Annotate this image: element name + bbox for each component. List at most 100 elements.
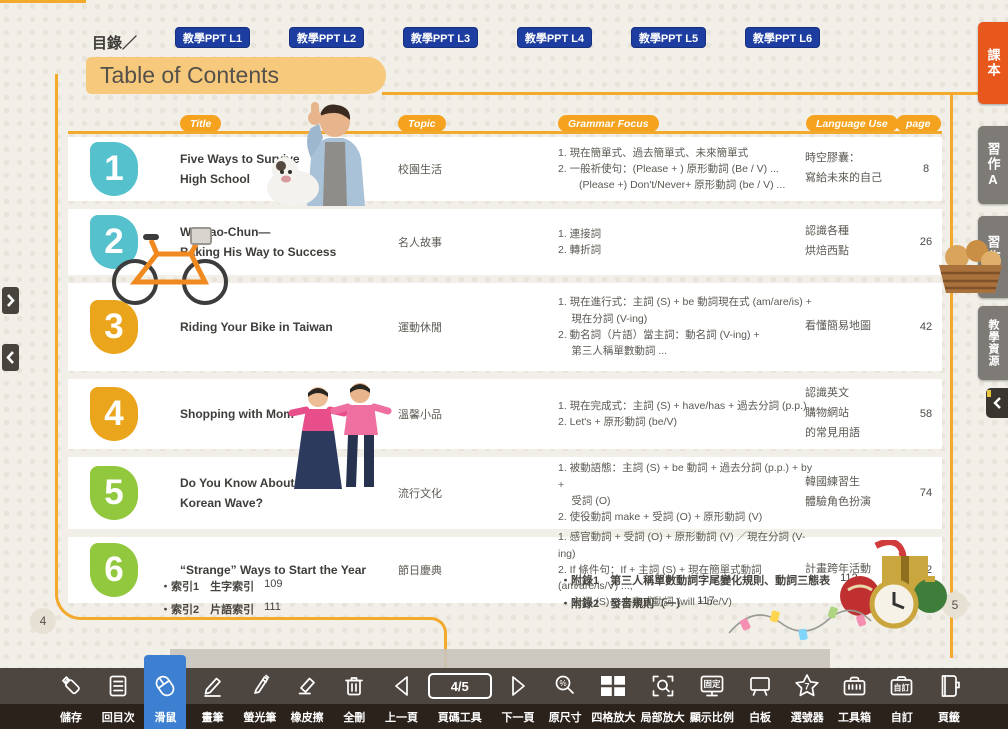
ppt-button-l4[interactable]: 教學PPT L4 xyxy=(517,27,592,48)
lesson-page-number: 42 xyxy=(906,283,946,371)
lesson-title: Wu Pao-Chun—Baking His Way to Success xyxy=(180,209,390,275)
tool-label: 上一頁 xyxy=(385,704,418,729)
lesson-row-4: 4 Shopping with Mom 溫馨小品 1. 現在完成式：主詞 (S)… xyxy=(68,379,942,449)
tool-label: 自訂 xyxy=(891,704,913,729)
side-tab-2[interactable]: 習作甲 xyxy=(978,216,1008,298)
lesson-number-cell: 1 xyxy=(90,137,150,201)
tool-label: 頁碼工具 xyxy=(438,704,482,729)
lesson-page-number: 8 xyxy=(906,137,946,201)
tool-label: 選號器 xyxy=(791,704,824,729)
lesson-number-badge: 2 xyxy=(90,215,138,269)
lesson-grammar: 1. 被動語態：主詞 (S) + be 動詞 + 過去分詞 (p.p.) + b… xyxy=(558,457,813,529)
page-number-left: 4 xyxy=(30,608,56,634)
column-header-2: Grammar Focus xyxy=(558,115,659,132)
lesson-title: Riding Your Bike in Taiwan xyxy=(180,283,390,371)
scroll-strip[interactable] xyxy=(170,649,830,668)
prev-page-button[interactable]: 上一頁 xyxy=(381,668,423,729)
lesson-row-3: 3 Riding Your Bike in Taiwan 運動休閒 1. 現在進… xyxy=(68,283,942,371)
toc-button[interactable]: 回目次 xyxy=(97,668,139,729)
lesson-language-use: 看懂簡易地圖 xyxy=(805,283,905,371)
chevron-left-icon xyxy=(5,350,16,365)
lesson-topic: 運動休閒 xyxy=(398,283,503,371)
ppt-button-l3[interactable]: 教學PPT L3 xyxy=(403,27,478,48)
svg-text:%: % xyxy=(560,679,567,688)
lesson-page-number: 92 xyxy=(906,537,946,603)
lesson-row-2: 2 Wu Pao-Chun—Baking His Way to Success … xyxy=(68,209,942,275)
list-icon xyxy=(105,673,131,699)
ppt-button-l6[interactable]: 教學PPT L6 xyxy=(745,27,820,48)
four-grid-zoom-button[interactable]: 四格放大 xyxy=(591,668,635,729)
lesson-topic: 節日慶典 xyxy=(398,537,503,603)
lesson-page-number: 26 xyxy=(906,209,946,275)
index-item: ・附錄2 發音規則（一） 117 xyxy=(560,595,858,611)
next-page-button[interactable]: 下一頁 xyxy=(497,668,539,729)
lesson-grammar: 1. 現在簡單式、過去簡單式、未來簡單式2. 一般祈使句：(Please + )… xyxy=(558,137,813,201)
pen-tool-button[interactable]: 畫筆 xyxy=(192,668,234,729)
region-zoom-button[interactable]: 局部放大 xyxy=(641,668,685,729)
pencil-icon xyxy=(200,673,226,699)
lesson-number-cell: 2 xyxy=(90,209,150,275)
ppt-button-l1[interactable]: 教學PPT L1 xyxy=(175,27,250,48)
svg-text:固定: 固定 xyxy=(703,679,721,689)
tool-label: 儲存 xyxy=(60,704,82,729)
frame-line xyxy=(0,0,86,3)
next-page-edge-button[interactable] xyxy=(2,287,19,314)
toolbox-icon xyxy=(841,673,868,699)
lesson-title: Five Ways to SurviveHigh School xyxy=(180,137,390,201)
number-picker-button[interactable]: 7 選號器 xyxy=(786,668,828,729)
delete-all-button[interactable]: 全刪 xyxy=(333,668,375,729)
tool-label: 滑鼠 xyxy=(154,704,176,729)
lesson-grammar: 1. 連接詞2. 轉折詞 xyxy=(558,209,813,275)
ppt-button-l2[interactable]: 教學PPT L2 xyxy=(289,27,364,48)
lesson-row-1: 1 Five Ways to SurviveHigh School 校園生活 1… xyxy=(68,137,942,201)
original-size-button[interactable]: % 原尺寸 xyxy=(544,668,586,729)
prev-page-edge-button[interactable] xyxy=(2,344,19,371)
lesson-number-cell: 6 xyxy=(90,537,150,603)
next-triangle-icon xyxy=(505,673,531,699)
page-indicator-box[interactable]: 4/5 xyxy=(428,673,492,699)
eraser-tool-button[interactable]: 橡皮擦 xyxy=(286,668,328,729)
lesson-number-badge: 1 xyxy=(90,142,138,196)
page-tab-button[interactable]: 頁籤 xyxy=(928,668,970,729)
whiteboard-button[interactable]: 白板 xyxy=(739,668,781,729)
ppt-button-l5[interactable]: 教學PPT L5 xyxy=(631,27,706,48)
page-number-tool[interactable]: 4/5 頁碼工具 xyxy=(428,668,492,729)
mouse-tool-button[interactable]: 滑鼠 xyxy=(144,668,186,729)
lesson-topic: 流行文化 xyxy=(398,457,503,529)
side-tab-3[interactable]: 教學資源 xyxy=(978,306,1008,380)
whiteboard-icon xyxy=(747,673,773,699)
save-button[interactable]: 儲存 xyxy=(50,668,92,729)
page-number-right: 5 xyxy=(942,592,968,618)
column-header-3: Language Use xyxy=(806,115,898,132)
column-header-1: Topic xyxy=(398,115,446,132)
lesson-number-cell: 5 xyxy=(90,457,150,529)
column-header-0: Title xyxy=(180,115,221,132)
lesson-number-badge: 3 xyxy=(90,300,138,354)
side-tab-1[interactable]: 習作A xyxy=(978,126,1008,204)
prev-triangle-icon xyxy=(389,673,415,699)
lesson-page-number: 58 xyxy=(906,379,946,449)
toolbox-button[interactable]: 工具箱 xyxy=(834,668,876,729)
book-tab-icon xyxy=(936,673,962,699)
collapse-tabs-button[interactable] xyxy=(986,388,1008,418)
custom-button[interactable]: 自訂 自訂 xyxy=(881,668,923,729)
lesson-language-use: 韓國練習生體驗角色扮演 xyxy=(805,457,905,529)
usb-drive-icon xyxy=(58,673,84,699)
eraser-icon xyxy=(294,673,320,699)
frame-line xyxy=(382,92,985,95)
side-tab-0[interactable]: 課本 xyxy=(978,22,1008,104)
toolbox-custom-icon: 自訂 xyxy=(888,673,915,699)
lesson-language-use: 認識各種烘焙西點 xyxy=(805,209,905,275)
tool-label: 原尺寸 xyxy=(549,704,582,729)
monitor-icon: 固定 xyxy=(698,673,726,699)
zoom-percent-icon: % xyxy=(552,673,578,699)
tool-label: 四格放大 xyxy=(591,704,635,729)
tool-label: 回目次 xyxy=(102,704,135,729)
frame-line xyxy=(950,92,953,658)
tool-label: 橡皮擦 xyxy=(291,704,324,729)
lesson-topic: 名人故事 xyxy=(398,209,503,275)
tab-accent-mark xyxy=(987,390,991,397)
highlighter-tool-button[interactable]: 螢光筆 xyxy=(239,668,281,729)
page-title: Table of Contents xyxy=(86,57,386,94)
display-ratio-button[interactable]: 固定 顯示比例 xyxy=(690,668,734,729)
